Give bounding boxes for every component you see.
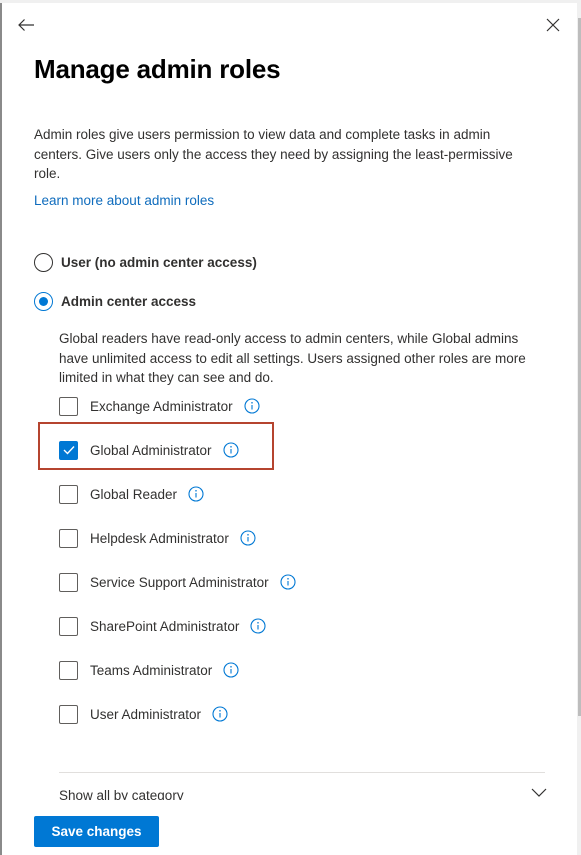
role-label: Teams Administrator	[90, 662, 213, 678]
info-icon[interactable]	[223, 662, 239, 678]
save-changes-button[interactable]: Save changes	[34, 816, 159, 847]
info-icon[interactable]	[223, 442, 239, 458]
checkmark-icon	[63, 446, 75, 455]
info-icon[interactable]	[188, 486, 204, 502]
show-all-by-category-expander[interactable]: Show all by category	[59, 773, 547, 800]
role-label: Global Reader	[90, 486, 178, 502]
show-all-label: Show all by category	[59, 788, 184, 800]
role-item-exchange-administrator[interactable]: Exchange Administrator	[59, 395, 260, 417]
role-item-user-administrator[interactable]: User Administrator	[59, 703, 228, 725]
role-item-global-reader[interactable]: Global Reader	[59, 483, 204, 505]
checkbox[interactable]	[59, 528, 78, 548]
role-label: User Administrator	[90, 706, 202, 722]
info-icon[interactable]	[212, 706, 228, 722]
info-icon[interactable]	[244, 398, 260, 414]
role-label: Service Support Administrator	[90, 574, 269, 590]
radio-button-selected[interactable]	[34, 292, 53, 311]
role-item-teams-administrator[interactable]: Teams Administrator	[59, 659, 239, 681]
checkbox-checked[interactable]	[59, 440, 78, 460]
checkbox[interactable]	[59, 660, 78, 680]
role-item-sharepoint-administrator[interactable]: SharePoint Administrator	[59, 615, 266, 637]
info-icon[interactable]	[280, 574, 296, 590]
checkbox[interactable]	[59, 704, 78, 724]
info-icon[interactable]	[240, 530, 256, 546]
page-title: Manage admin roles	[34, 54, 281, 84]
role-label: Helpdesk Administrator	[90, 530, 229, 546]
role-item-global-administrator[interactable]: Global Administrator	[59, 439, 239, 461]
radio-label: Admin center access	[61, 294, 197, 309]
radio-label: User (no admin center access)	[61, 255, 257, 270]
back-button[interactable]	[12, 11, 40, 39]
admin-access-description: Global readers have read-only access to …	[59, 331, 526, 385]
checkbox[interactable]	[59, 572, 78, 592]
close-icon	[546, 18, 560, 32]
radio-admin-center-access[interactable]: Admin center access	[34, 292, 196, 311]
checkbox[interactable]	[59, 484, 78, 504]
radio-user-no-admin-access[interactable]: User (no admin center access)	[34, 253, 257, 272]
checkbox[interactable]	[59, 616, 78, 636]
close-button[interactable]	[539, 11, 567, 39]
role-label: Exchange Administrator	[90, 398, 233, 414]
panel-description: Admin roles give users permission to vie…	[34, 127, 513, 181]
radio-button-unselected[interactable]	[34, 253, 53, 272]
checkbox[interactable]	[59, 396, 78, 416]
role-item-helpdesk-administrator[interactable]: Helpdesk Administrator	[59, 527, 256, 549]
chevron-down-icon	[531, 788, 547, 797]
learn-more-link[interactable]: Learn more about admin roles	[34, 193, 214, 208]
arrow-left-icon	[18, 19, 34, 31]
role-label: Global Administrator	[90, 442, 212, 458]
manage-admin-roles-panel: Manage admin roles Admin roles give user…	[2, 3, 577, 855]
role-item-service-support-administrator[interactable]: Service Support Administrator	[59, 571, 296, 593]
info-icon[interactable]	[250, 618, 266, 634]
panel-footer: Save changes	[2, 800, 577, 855]
role-label: SharePoint Administrator	[90, 618, 240, 634]
